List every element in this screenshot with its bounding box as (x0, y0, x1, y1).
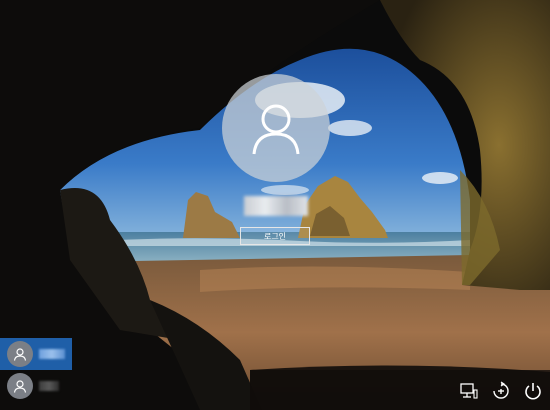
ease-of-access-icon[interactable] (490, 380, 512, 402)
user-avatar-icon (7, 373, 33, 399)
user-avatar-icon (252, 104, 300, 155)
network-icon[interactable] (458, 380, 480, 402)
user-name-redacted (39, 381, 59, 391)
user-avatar-icon (7, 341, 33, 367)
user-switcher-list (0, 338, 72, 402)
user-list-item-selected[interactable] (0, 338, 72, 370)
username-redacted (244, 196, 308, 216)
power-icon[interactable] (522, 380, 544, 402)
system-tray (458, 380, 544, 402)
account-picture (222, 74, 330, 182)
user-name-redacted (39, 349, 65, 359)
sign-in-button[interactable]: 로그인 (240, 227, 310, 245)
user-list-item[interactable] (0, 370, 72, 402)
